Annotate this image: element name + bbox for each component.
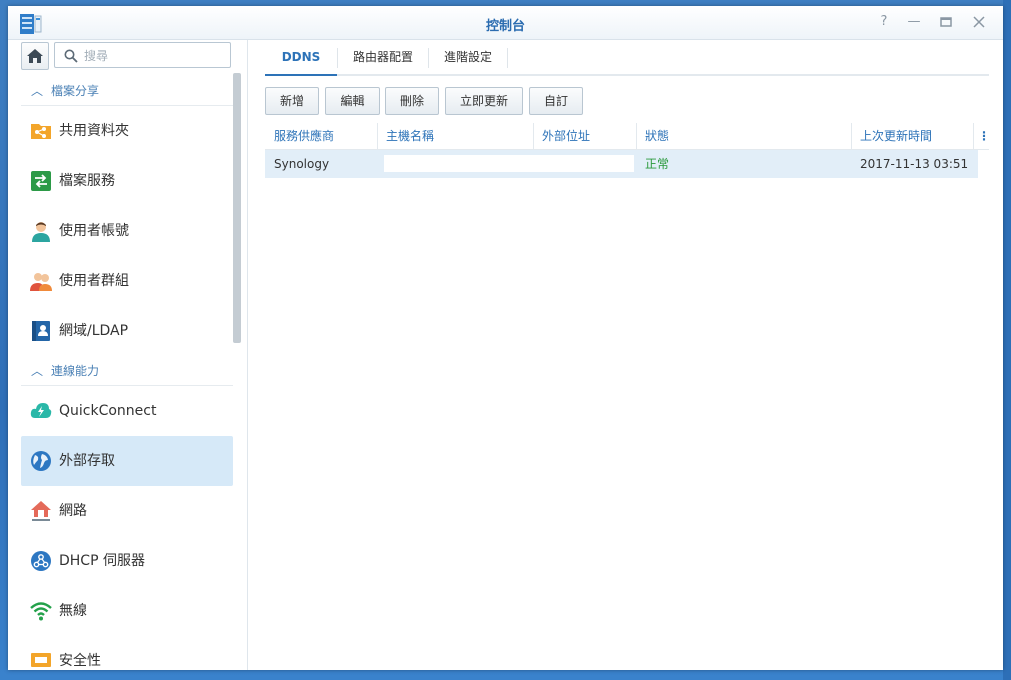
- update-now-button[interactable]: 立即更新: [445, 87, 523, 115]
- home-icon: [27, 49, 43, 63]
- search-box: [54, 42, 231, 68]
- directory-icon: [32, 321, 50, 341]
- sidebar-item-wireless[interactable]: 無線: [21, 586, 233, 636]
- sidebar-item-user[interactable]: 使用者帳號: [21, 206, 233, 256]
- title-bar[interactable]: 控制台 ? —: [8, 6, 1003, 40]
- wifi-icon: [30, 602, 52, 621]
- section-header-connectivity[interactable]: ︿ 連線能力: [21, 356, 233, 386]
- group-icon: [30, 273, 52, 291]
- search-icon: [64, 49, 78, 63]
- grid-header: 服務供應商 主機名稱 外部位址 狀態 上次更新時間 ⋮: [265, 123, 990, 150]
- home-button[interactable]: [21, 42, 49, 70]
- chevron-up-icon: ︿: [31, 364, 44, 378]
- share-folder-icon: [31, 124, 51, 139]
- user-icon: [32, 222, 50, 242]
- file-services-icon: [31, 171, 51, 191]
- quickconnect-icon: [30, 403, 52, 418]
- main-panel: DDNS 路由器配置 進階設定 新增 編輯 刪除 立即更新 自訂 服務供應商 主…: [248, 40, 1003, 670]
- column-separator: [973, 123, 974, 149]
- sidebar-item-shared-folder[interactable]: 共用資料夾: [21, 106, 233, 156]
- column-header-external-address[interactable]: 外部位址: [533, 123, 636, 149]
- sidebar-scrollbar[interactable]: [233, 73, 241, 343]
- cell-status: 正常: [645, 157, 670, 171]
- tab-router-config[interactable]: 路由器配置: [338, 40, 428, 74]
- sidebar-item-dhcp[interactable]: DHCP 伺服器: [21, 536, 233, 586]
- cell-hostname-redacted: [384, 155, 634, 172]
- column-header-status[interactable]: 狀態: [636, 123, 851, 149]
- customize-button[interactable]: 自訂: [529, 87, 583, 115]
- globe-icon: [31, 451, 51, 471]
- sidebar: ︿ 檔案分享 共用資料夾 檔案服務: [8, 40, 248, 670]
- cell-last-update: 2017-11-13 03:51: [860, 157, 969, 171]
- tab-bar: DDNS 路由器配置 進階設定: [265, 40, 989, 76]
- sidebar-item-group[interactable]: 使用者群組: [21, 256, 233, 306]
- tab-advanced[interactable]: 進階設定: [429, 40, 507, 74]
- minimize-icon[interactable]: —: [905, 13, 923, 31]
- security-icon: [31, 653, 51, 667]
- sidebar-item-quickconnect[interactable]: QuickConnect: [21, 386, 233, 436]
- column-menu-icon[interactable]: ⋮: [978, 123, 990, 149]
- ddns-grid: 服務供應商 主機名稱 外部位址 狀態 上次更新時間 ⋮ Synology 正常 …: [265, 123, 990, 178]
- column-header-hostname[interactable]: 主機名稱: [377, 123, 533, 149]
- edit-button[interactable]: 編輯: [325, 87, 380, 115]
- column-header-provider[interactable]: 服務供應商: [265, 123, 377, 149]
- search-input[interactable]: [82, 46, 226, 66]
- column-header-last-update[interactable]: 上次更新時間: [851, 123, 973, 149]
- control-panel-window: 控制台 ? — ︿ 檔案分享: [8, 6, 1003, 670]
- sidebar-list: ︿ 檔案分享 共用資料夾 檔案服務 使用者帳號 使用者群組 網域/LDAP ︿ …: [21, 76, 233, 670]
- sidebar-item-directory[interactable]: 網域/LDAP: [21, 306, 233, 356]
- sidebar-item-network[interactable]: 網路: [21, 486, 233, 536]
- chevron-up-icon: ︿: [31, 84, 44, 98]
- add-button[interactable]: 新增: [265, 87, 319, 115]
- window-title: 控制台: [485, 19, 525, 34]
- section-header-file-sharing[interactable]: ︿ 檔案分享: [21, 76, 233, 106]
- sidebar-item-file-services[interactable]: 檔案服務: [21, 156, 233, 206]
- tab-separator: [507, 48, 508, 68]
- close-icon[interactable]: [970, 13, 988, 31]
- sidebar-item-external-access[interactable]: 外部存取: [21, 436, 233, 486]
- help-icon[interactable]: ?: [875, 13, 893, 31]
- delete-button[interactable]: 刪除: [385, 87, 439, 115]
- table-row[interactable]: Synology 正常 2017-11-13 03:51: [265, 150, 978, 178]
- tab-ddns[interactable]: DDNS: [265, 40, 337, 76]
- network-house-icon: [31, 501, 51, 521]
- desktop-background: [1003, 0, 1011, 680]
- dhcp-icon: [31, 551, 51, 571]
- cell-provider: Synology: [274, 157, 330, 171]
- sidebar-item-security[interactable]: 安全性: [21, 636, 233, 670]
- maximize-icon[interactable]: [937, 13, 955, 31]
